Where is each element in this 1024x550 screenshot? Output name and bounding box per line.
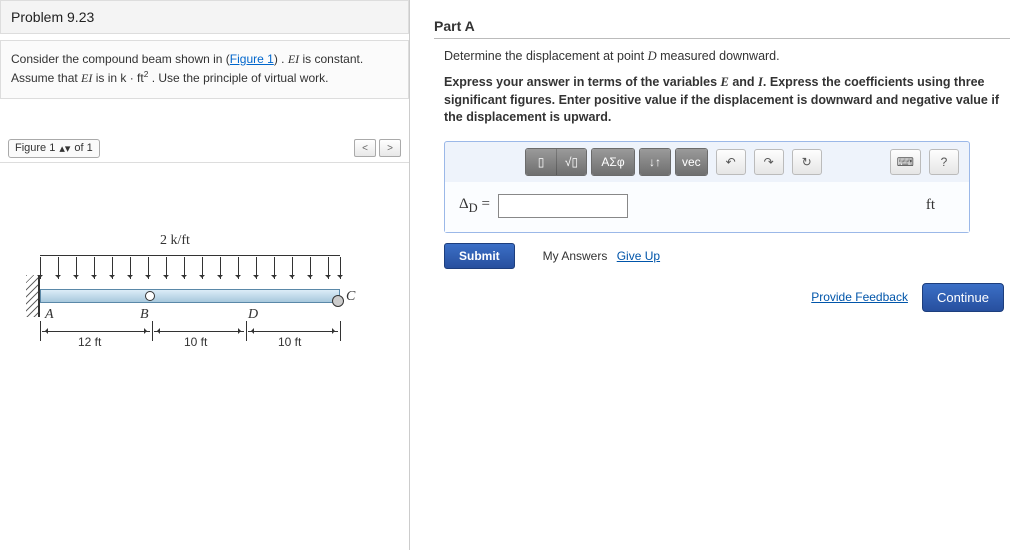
- stepper-icon: ▴▾: [59, 142, 70, 155]
- answer-symbol: ΔD =: [459, 196, 490, 216]
- prompt: Determine the displacement at point D me…: [444, 49, 1010, 64]
- beam: [40, 289, 340, 303]
- redo-button[interactable]: ↷: [754, 149, 784, 175]
- answer-input[interactable]: [498, 194, 628, 218]
- problem-title: Problem 9.23: [0, 0, 409, 34]
- point-a-label: A: [45, 307, 54, 323]
- answer-block: ▯ √▯ ΑΣφ ↓↑ vec ↶ ↷ ↻ ⌨ ? ΔD = ft: [444, 141, 970, 233]
- continue-button[interactable]: Continue: [922, 283, 1004, 312]
- prompt-text: measured downward.: [657, 49, 780, 63]
- desc-text: ) .: [274, 52, 288, 66]
- figure-selector[interactable]: Figure 1 ▴▾ of 1: [8, 139, 100, 158]
- submit-row: Submit My Answers Give Up: [444, 243, 1010, 269]
- var-e: E: [721, 75, 729, 89]
- load-label: 2 k/ft: [160, 233, 190, 249]
- instructions: Express your answer in terms of the vari…: [444, 74, 1010, 127]
- greek-button[interactable]: ΑΣφ: [592, 149, 634, 175]
- undo-button[interactable]: ↶: [716, 149, 746, 175]
- give-up-link[interactable]: Give Up: [617, 249, 660, 263]
- load-arrows: [40, 255, 340, 287]
- var-d: D: [648, 49, 657, 63]
- point-c-label: C: [346, 289, 355, 305]
- answer-unit: ft: [926, 197, 935, 214]
- figure-label: Figure 1: [15, 142, 55, 154]
- submit-button[interactable]: Submit: [444, 243, 515, 269]
- my-answers-label: My Answers: [543, 249, 608, 263]
- figure-link[interactable]: Figure 1: [230, 52, 274, 66]
- prompt-text: Determine the displacement at point: [444, 49, 648, 63]
- desc-text: is in k · ft: [92, 71, 143, 85]
- subsup-button[interactable]: ↓↑: [640, 149, 670, 175]
- hinge-b: [145, 291, 155, 301]
- right-panel: Part A Determine the displacement at poi…: [410, 0, 1024, 550]
- keyboard-button[interactable]: ⌨: [890, 149, 921, 175]
- dim-dc: 10 ft: [278, 335, 301, 349]
- answer-links: My Answers Give Up: [543, 249, 660, 263]
- dim-ab: 12 ft: [78, 335, 101, 349]
- templates-button[interactable]: ▯: [526, 149, 556, 175]
- var-ei: EI: [81, 71, 92, 85]
- footer-row: Provide Feedback Continue: [434, 283, 1010, 312]
- instr-text: Express your answer in terms of the vari…: [444, 75, 721, 89]
- figure-nav: < >: [354, 139, 401, 157]
- answer-row: ΔD = ft: [445, 182, 969, 232]
- fixed-support: [26, 275, 40, 317]
- var-ei: EI: [288, 52, 299, 66]
- feedback-link[interactable]: Provide Feedback: [811, 290, 908, 304]
- reset-button[interactable]: ↻: [792, 149, 822, 175]
- point-b-label: B: [140, 307, 149, 323]
- support-c: [332, 295, 344, 307]
- dim-bd: 10 ft: [184, 335, 207, 349]
- instr-text: and: [729, 75, 758, 89]
- help-button[interactable]: ?: [929, 149, 959, 175]
- left-panel: Problem 9.23 Consider the compound beam …: [0, 0, 410, 550]
- math-toolbar: ▯ √▯ ΑΣφ ↓↑ vec ↶ ↷ ↻ ⌨ ?: [445, 142, 969, 182]
- desc-text: Consider the compound beam shown in (: [11, 52, 230, 66]
- of-text: of 1: [74, 142, 92, 154]
- next-figure-button[interactable]: >: [379, 139, 401, 157]
- vec-button[interactable]: vec: [676, 149, 707, 175]
- fraction-button[interactable]: √▯: [556, 149, 586, 175]
- point-d-label: D: [248, 307, 258, 323]
- desc-text: . Use the principle of virtual work.: [148, 71, 328, 85]
- figure-header: Figure 1 ▴▾ of 1 < >: [0, 139, 409, 158]
- part-label: Part A: [434, 18, 1010, 39]
- problem-description: Consider the compound beam shown in (Fig…: [0, 40, 409, 99]
- prev-figure-button[interactable]: <: [354, 139, 376, 157]
- figure-canvas: 2 k/ft A B D C 12 ft 10 ft 10 ft: [0, 162, 409, 550]
